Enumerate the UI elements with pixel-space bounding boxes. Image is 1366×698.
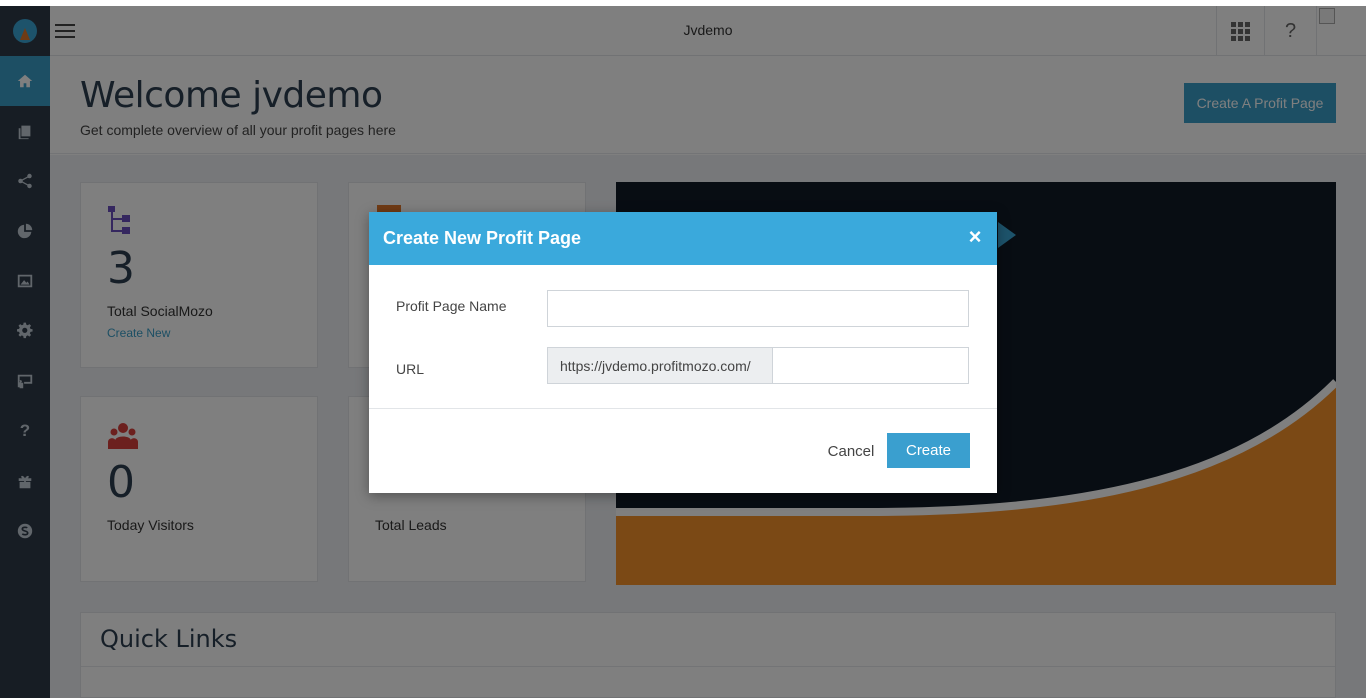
close-icon[interactable]: × — [965, 226, 985, 248]
url-prefix: https://jvdemo.profitmozo.com/ — [547, 347, 773, 384]
cancel-button[interactable]: Cancel — [821, 438, 881, 464]
app-root: ? Jvdemo ? Welcome jvdemo Get complete o… — [0, 0, 1366, 698]
modal-footer-divider — [369, 408, 997, 409]
create-profit-page-modal: Create New Profit Page × Profit Page Nam… — [369, 212, 997, 493]
url-label: URL — [396, 361, 425, 377]
url-slug-input[interactable] — [772, 347, 969, 384]
modal-header: Create New Profit Page × — [369, 212, 997, 265]
profit-page-name-input[interactable] — [547, 290, 969, 327]
modal-title: Create New Profit Page — [383, 228, 582, 248]
profit-page-name-label: Profit Page Name — [396, 298, 507, 314]
create-button[interactable]: Create — [887, 433, 970, 468]
